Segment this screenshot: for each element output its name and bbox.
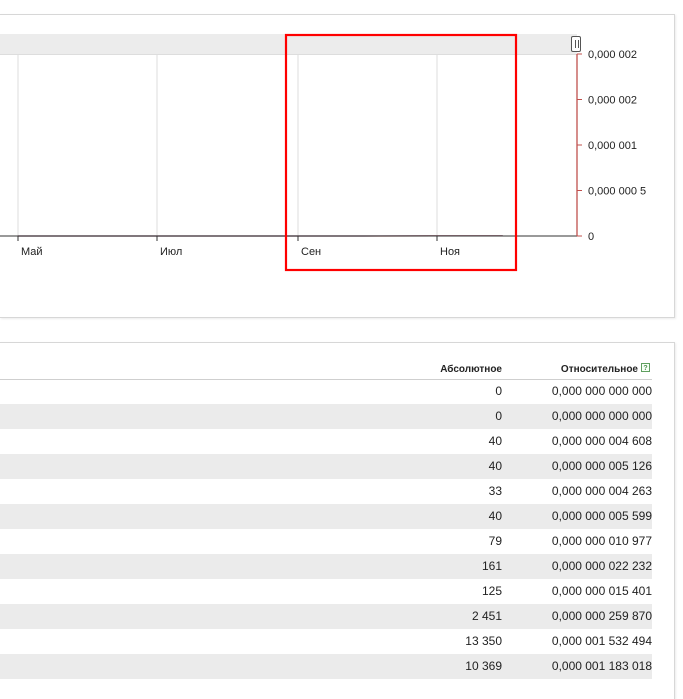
relative-value: 0,000 000 005 126: [552, 459, 652, 473]
absolute-column-header: Абсолютное: [440, 364, 502, 375]
absolute-value: 161: [482, 559, 502, 573]
x-axis-tick-label: Сен: [301, 246, 321, 258]
trend-chart: Май Июл Сен Ноя 0,000 002 0,000 002 0,000 001…: [0, 0, 683, 320]
statistics-rows: 0 0,000 000 000 000 0 0,000 000 000 000 …: [0, 379, 652, 679]
table-row: 40 0,000 000 005 126: [0, 454, 652, 479]
relative-value: 0,000 000 015 401: [552, 584, 652, 598]
relative-value: 0,000 000 004 608: [552, 434, 652, 448]
statistics-table-panel: Абсолютное Относительное ? 0 0,000 000 0…: [0, 342, 675, 699]
absolute-value: 33: [489, 484, 502, 498]
highlight-layer: [286, 35, 516, 270]
relative-value: 0,000 000 010 977: [552, 534, 652, 548]
absolute-value: 79: [489, 534, 502, 548]
table-row: 40 0,000 000 004 608: [0, 429, 652, 454]
table-row: 13 350 0,000 001 532 494: [0, 629, 652, 654]
relative-value: 0,000 000 022 232: [552, 559, 652, 573]
absolute-value: 13 350: [465, 634, 502, 648]
absolute-value: 0: [495, 384, 502, 398]
x-axis-tick-label: Май: [21, 246, 43, 258]
absolute-value: 10 369: [465, 659, 502, 673]
y-axis-tick-label: 0,000 001: [588, 140, 637, 152]
absolute-value: 0: [495, 409, 502, 423]
table-row: 10 369 0,000 001 183 018: [0, 654, 652, 679]
table-row: 125 0,000 000 015 401: [0, 579, 652, 604]
y-axis-tick-label: 0,000 002: [588, 49, 637, 61]
y-axis: 0,000 002 0,000 002 0,000 001 0,000 000 5 0: [577, 49, 646, 243]
absolute-value: 40: [489, 509, 502, 523]
table-row: 0 0,000 000 000 000: [0, 379, 652, 404]
relative-column-header: Относительное: [561, 364, 638, 375]
table-row: 40 0,000 000 005 599: [0, 504, 652, 529]
relative-value: 0,000 000 005 599: [552, 509, 652, 523]
absolute-value: 2 451: [472, 609, 502, 623]
table-row: 79 0,000 000 010 977: [0, 529, 652, 554]
table-row: 0 0,000 000 000 000: [0, 404, 652, 429]
table-row: 33 0,000 000 004 263: [0, 479, 652, 504]
relative-value: 0,000 001 183 018: [552, 659, 652, 673]
x-axis-tick-label: Ноя: [440, 246, 460, 258]
y-axis-tick-label: 0,000 002: [588, 95, 637, 107]
absolute-value: 40: [489, 459, 502, 473]
chart-grid: [18, 54, 437, 236]
y-axis-tick-label: 0: [588, 231, 594, 243]
y-axis-tick-label: 0,000 000 5: [588, 186, 646, 198]
table-row: 161 0,000 000 022 232: [0, 554, 652, 579]
table-row: 2 451 0,000 000 259 870: [0, 604, 652, 629]
absolute-value: 40: [489, 434, 502, 448]
help-icon[interactable]: ?: [641, 363, 650, 372]
relative-value: 0,000 000 259 870: [552, 609, 652, 623]
x-axis: Май Июл Сен Ноя: [0, 236, 577, 258]
relative-value: 0,000 000 000 000: [552, 409, 652, 423]
relative-value: 0,000 001 532 494: [552, 634, 652, 648]
relative-value: 0,000 000 004 263: [552, 484, 652, 498]
table-header: Абсолютное Относительное ?: [0, 361, 652, 380]
x-axis-tick-label: Июл: [160, 246, 182, 258]
absolute-value: 125: [482, 584, 502, 598]
relative-value: 0,000 000 000 000: [552, 384, 652, 398]
highlight-rectangle: [286, 35, 516, 270]
